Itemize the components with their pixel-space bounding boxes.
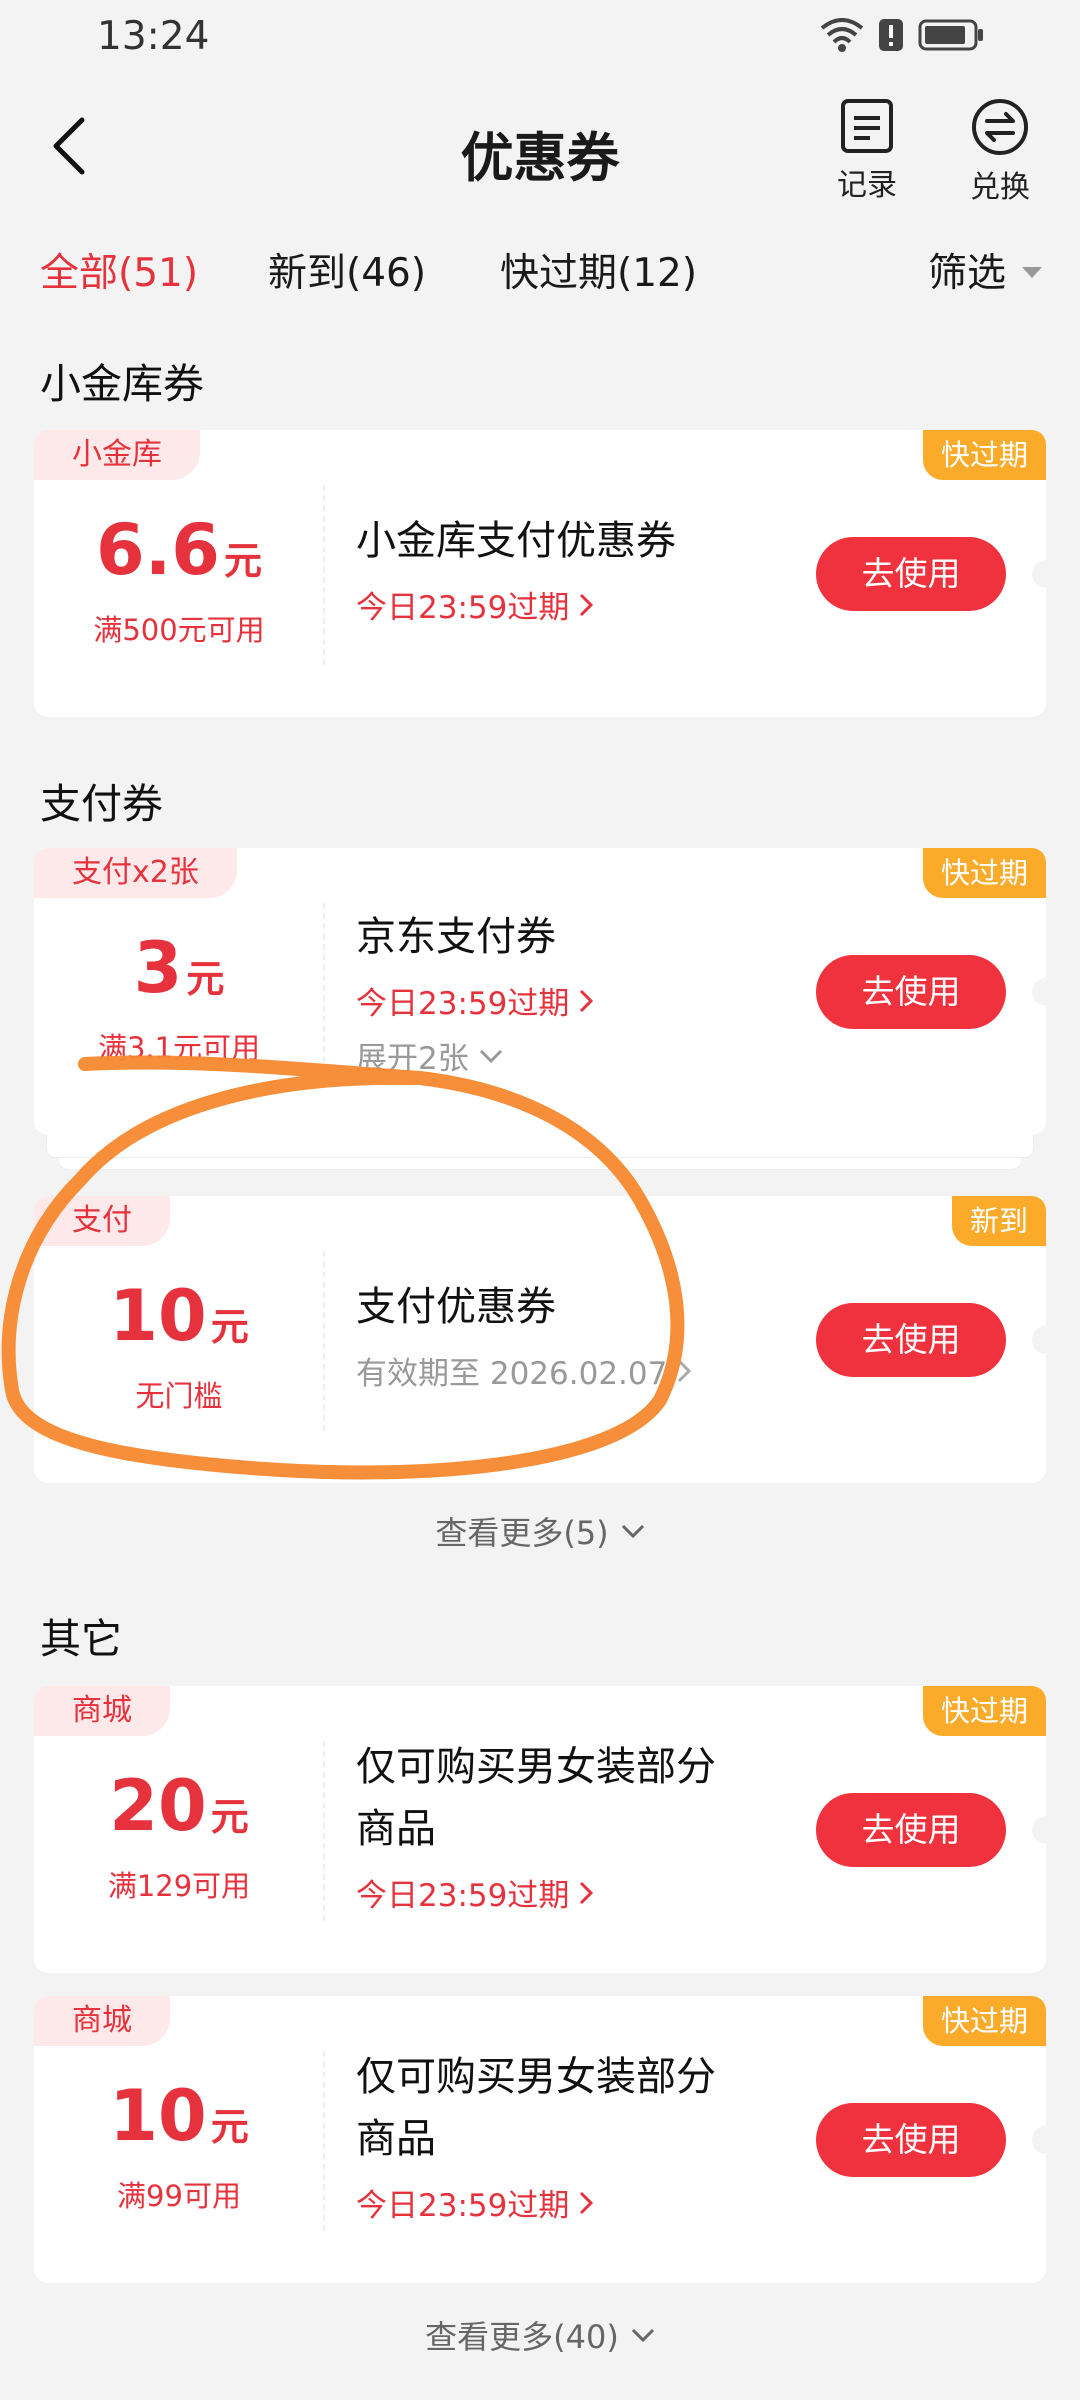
page-title: 优惠券: [460, 128, 620, 189]
tab-all[interactable]: 全部(51): [40, 242, 198, 298]
coupon-card: 支付x2张 快过期 3元 满3.1元可用 京东支付券 今日23:59过期 展开2…: [34, 848, 1046, 1135]
see-more-other[interactable]: 查看更多(40): [0, 2312, 1080, 2358]
chevron-right-icon: [580, 1881, 594, 1904]
coupon-divider: [323, 1251, 325, 1431]
section-title-xiaojinku: 小金库券: [40, 360, 204, 408]
card-notch: [1032, 1816, 1046, 1844]
coupon-info: 支付优惠券 有效期至 2026.02.07: [356, 1276, 816, 1393]
coupon-amount-box: 3元 满3.1元可用: [34, 928, 324, 1067]
coupon-amount-box: 10 元 满99可用: [34, 2076, 324, 2215]
use-coupon-button[interactable]: 去使用: [816, 537, 1006, 611]
coupon-name-line2: 商品: [356, 2116, 436, 2162]
see-more-payment[interactable]: 查看更多(5): [0, 1508, 1080, 1554]
coupon-amount-box: 20 元 满129可用: [34, 1766, 324, 1905]
tab-expiring[interactable]: 快过期(12): [500, 242, 697, 298]
chevron-down-icon: [631, 2328, 654, 2342]
coupon-card: 支付 新到 10 元 无门槛 支付优惠券 有效期至 2026.02.07 去使用: [34, 1196, 1046, 1483]
coupon-amount: 6.6 元: [95, 509, 263, 591]
card-notch: [1032, 1326, 1046, 1354]
coupon-expiry[interactable]: 今日23:59过期: [356, 582, 816, 627]
record-button[interactable]: 记录: [817, 98, 917, 208]
chevron-right-icon: [580, 989, 594, 1012]
section-title-payment: 支付券: [40, 780, 163, 828]
wifi-icon: [820, 18, 864, 52]
alert-icon: [879, 19, 903, 51]
coupon-condition: 无门槛: [135, 1379, 223, 1413]
app-header: 优惠券 记录 兑换: [0, 80, 1080, 215]
coupon-tag: 商城: [34, 1686, 170, 1736]
coupon-amount-box: 10 元 无门槛: [34, 1276, 324, 1415]
section-title-other: 其它: [40, 1615, 122, 1663]
coupon-divider: [323, 485, 325, 665]
coupon-divider: [323, 903, 325, 1083]
filter-button[interactable]: 筛选: [928, 242, 1042, 298]
filter-tabs: 全部(51) 新到(46) 快过期(12) 筛选: [0, 230, 1080, 310]
exchange-icon: [972, 99, 1028, 155]
coupon-name-line2: 商品: [356, 1806, 436, 1852]
coupon-info: 京东支付券 今日23:59过期 展开2张: [356, 906, 816, 1078]
coupon-amount: 10 元: [109, 1275, 249, 1357]
use-coupon-button[interactable]: 去使用: [816, 2103, 1006, 2177]
coupon-condition: 满129可用: [107, 1869, 251, 1903]
chevron-right-icon: [678, 1359, 692, 1382]
coupon-status-badge: 新到: [951, 1196, 1046, 1246]
card-notch: [1032, 560, 1046, 588]
coupon-name: 支付优惠券: [356, 1284, 556, 1330]
coupon-divider: [323, 2051, 325, 2231]
coupon-card: 小金库 快过期 6.6 元 满500元可用 小金库支付优惠券 今日23:59过期 …: [34, 430, 1046, 717]
coupon-info: 仅可购买男女装部分 商品 今日23:59过期: [356, 1736, 816, 1915]
coupon-status-badge: 快过期: [922, 430, 1046, 480]
coupon-info: 仅可购买男女装部分 商品 今日23:59过期: [356, 2046, 816, 2225]
coupon-amount: 20 元: [109, 1765, 249, 1847]
coupon-amount: 10 元: [109, 2075, 249, 2157]
coupon-condition: 满99可用: [117, 2179, 241, 2213]
coupon-name: 京东支付券: [356, 914, 556, 960]
chevron-down-icon: [479, 1049, 502, 1063]
battery-icon: [918, 19, 983, 51]
record-icon: [841, 99, 893, 153]
status-bar: 13:24: [0, 0, 1080, 80]
coupon-amount-box: 6.6 元 满500元可用: [34, 510, 324, 649]
coupon-tag: 商城: [34, 1996, 170, 2046]
coupon-name: 小金库支付优惠券: [356, 518, 676, 564]
record-label: 记录: [837, 168, 897, 203]
caret-down-icon: [1022, 266, 1042, 278]
coupon-name-line1: 仅可购买男女装部分: [356, 2054, 716, 2100]
exchange-label: 兑换: [970, 170, 1030, 205]
chevron-right-icon: [580, 2191, 594, 2214]
status-icons: [820, 18, 984, 52]
coupon-expiry[interactable]: 今日23:59过期: [356, 2180, 816, 2225]
coupon-card: 商城 快过期 10 元 满99可用 仅可购买男女装部分 商品 今日23:59过期 …: [34, 1996, 1046, 2283]
card-notch: [1032, 2126, 1046, 2154]
chevron-right-icon: [580, 593, 594, 616]
coupon-status-badge: 快过期: [922, 1686, 1046, 1736]
coupon-condition: 满500元可用: [93, 613, 265, 647]
exchange-button[interactable]: 兑换: [950, 98, 1050, 208]
coupon-name-line1: 仅可购买男女装部分: [356, 1744, 716, 1790]
coupon-status-badge: 快过期: [922, 1996, 1046, 2046]
coupon-condition: 满3.1元可用: [97, 1031, 261, 1065]
coupon-status-badge: 快过期: [922, 848, 1046, 898]
coupon-tag: 支付x2张: [34, 848, 237, 898]
use-coupon-button[interactable]: 去使用: [816, 1793, 1006, 1867]
filter-label: 筛选: [927, 251, 1006, 296]
coupon-expiry[interactable]: 今日23:59过期: [356, 978, 816, 1023]
coupon-amount: 3元: [133, 927, 225, 1009]
chevron-down-icon: [621, 1524, 644, 1538]
use-coupon-button[interactable]: 去使用: [816, 955, 1006, 1029]
expand-coupons-toggle[interactable]: 展开2张: [356, 1033, 816, 1078]
coupon-divider: [323, 1741, 325, 1921]
coupon-expiry[interactable]: 今日23:59过期: [356, 1870, 816, 1915]
tab-new[interactable]: 新到(46): [268, 242, 426, 298]
coupon-card: 商城 快过期 20 元 满129可用 仅可购买男女装部分 商品 今日23:59过期…: [34, 1686, 1046, 1973]
use-coupon-button[interactable]: 去使用: [816, 1303, 1006, 1377]
status-time: 13:24: [97, 14, 210, 59]
coupon-tag: 支付: [34, 1196, 170, 1246]
card-notch: [1032, 978, 1046, 1006]
coupon-tag: 小金库: [34, 430, 200, 480]
coupon-expiry[interactable]: 有效期至 2026.02.07: [356, 1348, 816, 1393]
coupon-info: 小金库支付优惠券 今日23:59过期: [356, 510, 816, 627]
